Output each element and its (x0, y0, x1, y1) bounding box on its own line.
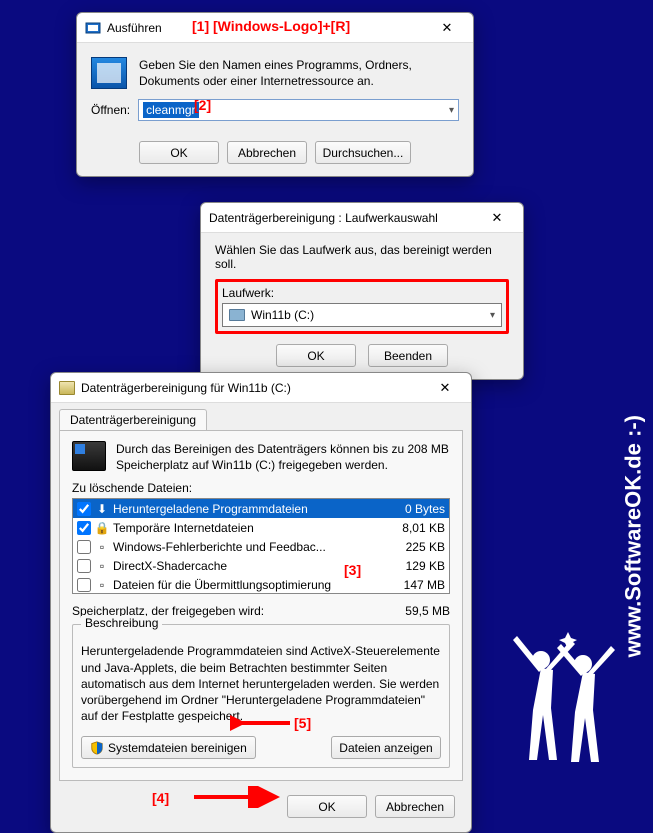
generic-icon: ▫ (95, 559, 109, 573)
ok-button[interactable]: OK (139, 141, 219, 164)
run-app-icon (85, 20, 101, 36)
drive-select-dialog: Datenträgerbereinigung : Laufwerkauswahl… (200, 202, 524, 380)
annotation-3: [3] (344, 562, 361, 578)
file-name: Heruntergeladene Programmdateien (113, 502, 381, 516)
close-icon[interactable]: ✕ (423, 375, 467, 401)
shield-icon (90, 741, 104, 755)
run-dialog: Ausführen ✕ Geben Sie den Namen eines Pr… (76, 12, 474, 177)
file-row[interactable]: ▫ Dateien für die Übermittlungsoptimierun… (73, 575, 449, 594)
lock-icon: 🔒 (95, 521, 109, 535)
clean-system-files-button[interactable]: Systemdateien bereinigen (81, 736, 256, 759)
file-checkbox[interactable] (77, 502, 91, 516)
file-row[interactable]: ▫ Windows-Fehlerberichte und Feedbac... 22… (73, 537, 449, 556)
file-size: 147 MB (385, 578, 445, 592)
disk-large-icon (72, 441, 106, 471)
arrow-4 (190, 786, 280, 808)
file-size: 8,01 KB (385, 521, 445, 535)
selected-drive: Win11b (C:) (251, 308, 314, 322)
files-label: Zu löschende Dateien: (72, 481, 450, 495)
drive-instruction: Wählen Sie das Laufwerk aus, das bereini… (215, 243, 509, 271)
ok-button[interactable]: OK (276, 344, 356, 367)
run-description: Geben Sie den Namen eines Programms, Ord… (139, 57, 459, 89)
cleanup-dialog: Datenträgerbereinigung für Win11b (C:) ✕… (50, 372, 472, 833)
file-size: 225 KB (385, 540, 445, 554)
annotation-5: [5] (294, 715, 311, 731)
file-checkbox[interactable] (77, 578, 91, 592)
cancel-button[interactable]: Abbrechen (227, 141, 307, 164)
open-combobox[interactable]: cleanmgr ▾ (138, 99, 459, 121)
annotation-1: [1] [Windows-Logo]+[R] (192, 18, 350, 34)
ok-button[interactable]: OK (287, 795, 367, 818)
generic-icon: ▫ (95, 578, 109, 592)
watermark-text: www.SoftwareOK.de :-) (620, 415, 646, 657)
file-checkbox[interactable] (77, 521, 91, 535)
file-checkbox[interactable] (77, 540, 91, 554)
view-files-button[interactable]: Dateien anzeigen (331, 736, 441, 759)
description-label: Beschreibung (81, 616, 162, 630)
cleanup-title: Datenträgerbereinigung für Win11b (C:) (81, 381, 417, 395)
drive-combobox[interactable]: Win11b (C:) ▾ (222, 303, 502, 327)
cancel-button[interactable]: Abbrechen (375, 795, 455, 818)
file-size: 129 KB (385, 559, 445, 573)
file-name: Temporäre Internetdateien (113, 521, 381, 535)
file-row[interactable]: 🔒 Temporäre Internetdateien 8,01 KB (73, 518, 449, 537)
run-large-icon (91, 57, 127, 89)
clean-system-label: Systemdateien bereinigen (108, 741, 247, 755)
annotation-4: [4] (152, 790, 169, 806)
description-group: Beschreibung Heruntergeladende Programmd… (72, 624, 450, 768)
file-size: 0 Bytes (385, 502, 445, 516)
command-value: cleanmgr (143, 102, 198, 118)
cleanup-app-icon (59, 381, 75, 395)
generic-icon: ▫ (95, 540, 109, 554)
file-name: Windows-Fehlerberichte und Feedbac... (113, 540, 381, 554)
close-icon[interactable]: ✕ (425, 15, 469, 41)
cleanup-titlebar[interactable]: Datenträgerbereinigung für Win11b (C:) ✕ (51, 373, 471, 403)
file-name: DirectX-Shadercache (113, 559, 381, 573)
highlight-box: Laufwerk: Win11b (C:) ▾ (215, 279, 509, 334)
file-row[interactable]: ▫ DirectX-Shadercache 129 KB (73, 556, 449, 575)
chevron-down-icon[interactable]: ▾ (449, 105, 454, 116)
browse-button[interactable]: Durchsuchen... (315, 141, 411, 164)
exit-button[interactable]: Beenden (368, 344, 448, 367)
disk-icon (229, 309, 245, 321)
files-listbox[interactable]: ⬇ Heruntergeladene Programmdateien 0 Bytes… (72, 498, 450, 594)
open-label: Öffnen: (91, 103, 130, 117)
drive-titlebar[interactable]: Datenträgerbereinigung : Laufwerkauswahl… (201, 203, 523, 233)
close-icon[interactable]: ✕ (475, 205, 519, 231)
file-name: Dateien für die Übermittlungsoptimierung (113, 578, 381, 592)
chevron-down-icon[interactable]: ▾ (490, 310, 495, 321)
space-value: 59,5 MB (405, 604, 450, 618)
drive-fieldset-label: Laufwerk: (222, 286, 502, 300)
drive-title: Datenträgerbereinigung : Laufwerkauswahl (209, 211, 469, 225)
file-checkbox[interactable] (77, 559, 91, 573)
annotation-2: [2] (194, 97, 211, 113)
cleanup-summary: Durch das Bereinigen des Datenträgers kö… (116, 441, 450, 473)
download-icon: ⬇ (95, 502, 109, 516)
watermark-figures (503, 630, 623, 770)
tab-cleanup[interactable]: Datenträgerbereinigung (59, 409, 207, 430)
arrow-5 (230, 712, 296, 734)
file-row[interactable]: ⬇ Heruntergeladene Programmdateien 0 Bytes (73, 499, 449, 518)
